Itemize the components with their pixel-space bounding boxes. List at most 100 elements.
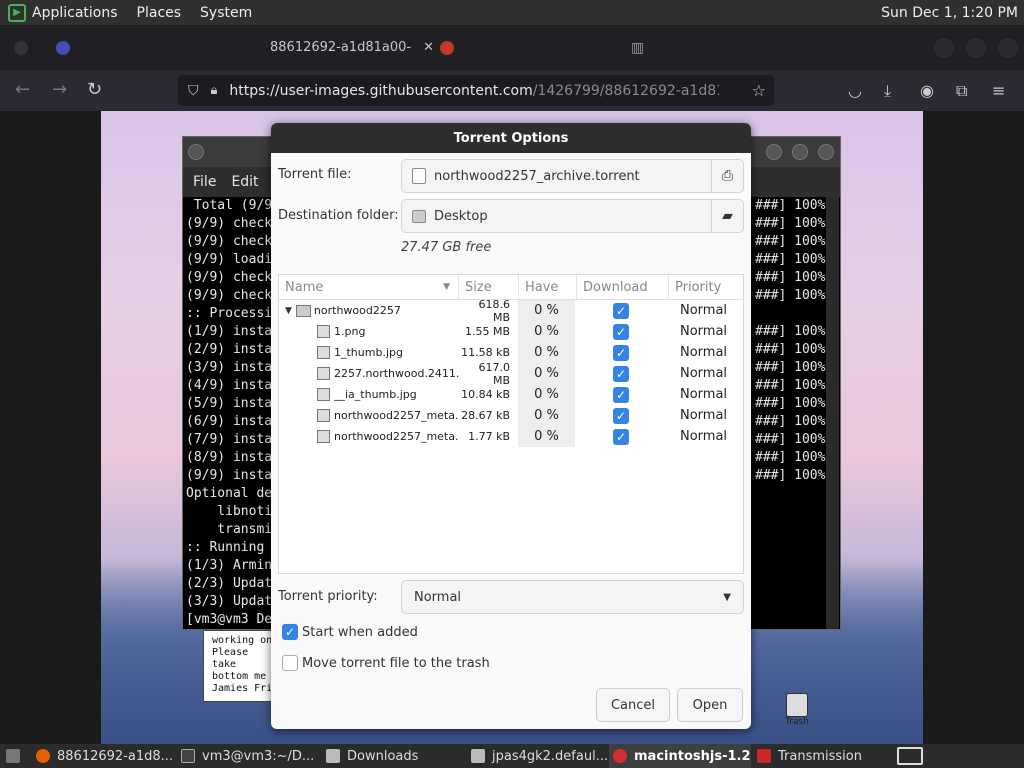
- terminal-progress-line: ###] 100%: [755, 324, 826, 339]
- terminal-close-button[interactable]: [818, 144, 834, 160]
- file-priority[interactable]: Normal: [667, 303, 742, 318]
- file-name-cell: 1_thumb.jpg: [279, 346, 459, 359]
- file-row[interactable]: __ia_thumb.jpg 10.84 kB 0 % ✓ Normal: [279, 384, 743, 405]
- terminal-maximize-button[interactable]: [792, 144, 808, 160]
- tab-archive[interactable]: ▥: [631, 31, 644, 64]
- pocket-icon[interactable]: ◡: [848, 81, 862, 100]
- menu-system[interactable]: System: [200, 5, 252, 21]
- move-to-trash-checkbox[interactable]: [282, 655, 298, 671]
- file-name: northwood2257_meta...: [334, 430, 459, 443]
- start-when-added-label[interactable]: Start when added: [302, 625, 418, 640]
- menu-hamburger-icon[interactable]: ≡: [992, 81, 1005, 100]
- terminal-progress-line: ###] 100%: [755, 450, 826, 465]
- cancel-button[interactable]: Cancel: [596, 688, 670, 722]
- start-when-added-checkbox[interactable]: ✓: [282, 624, 298, 640]
- download-checkbox[interactable]: ✓: [613, 344, 629, 361]
- task-macintoshjs[interactable]: macintoshjs-1.2...: [609, 744, 751, 768]
- shield-icon[interactable]: ⛉: [188, 83, 199, 99]
- minimize-window-button[interactable]: [934, 38, 954, 58]
- terminal-scrollbar[interactable]: [826, 197, 839, 629]
- download-checkbox[interactable]: ✓: [613, 323, 629, 340]
- terminal-icon: [181, 749, 195, 763]
- open-file-icon[interactable]: ⎙: [711, 160, 743, 192]
- file-priority[interactable]: Normal: [667, 387, 742, 402]
- move-to-trash-label[interactable]: Move torrent file to the trash: [302, 656, 490, 671]
- file-size: 28.67 kB: [461, 409, 510, 422]
- terminal-menu-edit[interactable]: Edit: [231, 174, 258, 190]
- url-bar[interactable]: ⛉ 🔒︎ https://user-images.githubuserconte…: [178, 75, 774, 106]
- file-row[interactable]: 1.png 1.55 MB 0 % ✓ Normal: [279, 321, 743, 342]
- task-downloads[interactable]: Downloads: [322, 744, 464, 768]
- column-name[interactable]: Name ▼: [279, 275, 459, 299]
- column-have[interactable]: Have: [519, 275, 577, 299]
- back-arrow-icon[interactable]: ←: [15, 79, 30, 100]
- task-jpas[interactable]: jpas4gk2.defaul...: [467, 744, 609, 768]
- menu-applications[interactable]: Applications: [32, 5, 118, 21]
- download-checkbox[interactable]: ✓: [613, 428, 629, 445]
- trash-desktop-icon[interactable]: Trash: [782, 693, 812, 733]
- terminal-menu-button[interactable]: [188, 144, 204, 160]
- column-priority[interactable]: Priority: [669, 275, 743, 299]
- move-to-trash-row[interactable]: Move torrent file to the trash: [282, 655, 490, 671]
- priority-select[interactable]: Normal ▼: [401, 580, 744, 614]
- file-priority[interactable]: Normal: [667, 408, 742, 423]
- menu-places[interactable]: Places: [137, 5, 182, 21]
- torrent-file-chooser[interactable]: northwood2257_archive.torrent ⎙: [401, 159, 744, 193]
- tab-active[interactable]: 88612692-a1d81a00- ✕: [270, 31, 434, 64]
- column-download[interactable]: Download: [577, 275, 669, 299]
- torrent-file-label: Torrent file:: [278, 167, 352, 182]
- file-icon: [317, 346, 330, 359]
- file-priority[interactable]: Normal: [667, 366, 742, 381]
- torrent-options-dialog: Torrent Options Torrent file: northwood2…: [271, 123, 751, 729]
- file-priority[interactable]: Normal: [667, 429, 742, 444]
- task-terminal[interactable]: vm3@vm3:~/D...: [177, 744, 319, 768]
- close-window-button[interactable]: [998, 38, 1018, 58]
- expander-arrow-icon[interactable]: ▼: [285, 306, 292, 316]
- folder-icon: [295, 304, 311, 317]
- terminal-progress-line: ###] 100%: [755, 270, 826, 285]
- column-size[interactable]: Size: [459, 275, 519, 299]
- destination-chooser[interactable]: Desktop ▰: [401, 199, 744, 233]
- reload-icon[interactable]: ↻: [87, 79, 102, 100]
- bookmark-star-icon[interactable]: ☆: [752, 81, 766, 100]
- tab-reddit[interactable]: [440, 31, 454, 64]
- download-checkbox[interactable]: ✓: [613, 302, 629, 319]
- task-transmission[interactable]: Transmission: [753, 744, 895, 768]
- terminal-progress-line: ###] 100%: [755, 468, 826, 483]
- file-name-cell: 1.png: [279, 325, 459, 338]
- start-when-added-row[interactable]: ✓ Start when added: [282, 624, 418, 640]
- tab-2[interactable]: [56, 31, 70, 64]
- download-icon[interactable]: ⤓: [884, 81, 891, 101]
- file-row[interactable]: northwood2257_meta... 28.67 kB 0 % ✓ Normal: [279, 405, 743, 426]
- workspace-switcher[interactable]: [894, 744, 926, 768]
- file-row[interactable]: northwood2257_meta... 1.77 kB 0 % ✓ Normal: [279, 426, 743, 447]
- terminal-logo-icon[interactable]: ▶: [8, 3, 26, 22]
- download-checkbox[interactable]: ✓: [613, 386, 629, 403]
- terminal-progress-line: [755, 305, 825, 323]
- file-row[interactable]: 2257.northwood.2411... 617.0 MB 0 % ✓ Normal: [279, 361, 743, 387]
- url-text[interactable]: https://user-images.githubusercontent.co…: [229, 83, 719, 99]
- download-checkbox[interactable]: ✓: [613, 407, 629, 424]
- lock-icon[interactable]: 🔒︎: [211, 83, 218, 98]
- file-list[interactable]: Name ▼ Size Have Download Priority ▼ north…: [278, 274, 744, 574]
- terminal-menu-file[interactable]: File: [193, 174, 216, 190]
- close-tab-icon[interactable]: ✕: [423, 40, 434, 55]
- extensions-icon[interactable]: ⧉: [956, 81, 967, 101]
- clock[interactable]: Sun Dec 1, 1:20 PM: [881, 5, 1018, 21]
- file-priority[interactable]: Normal: [667, 324, 742, 339]
- tab-1[interactable]: [14, 31, 28, 64]
- terminal-minimize-button[interactable]: [766, 144, 782, 160]
- terminal-progress-line: ###] 100%: [755, 288, 826, 303]
- forward-arrow-icon[interactable]: →: [52, 79, 67, 100]
- note-window[interactable]: working on Please take bottom me Jamies Fri: [203, 630, 279, 702]
- file-row[interactable]: ▼ northwood2257 618.6 MB 0 % ✓ Normal: [279, 298, 743, 324]
- torrent-file-icon: [412, 168, 426, 184]
- download-checkbox[interactable]: ✓: [613, 365, 629, 382]
- account-icon[interactable]: ◉: [920, 81, 934, 100]
- open-folder-icon[interactable]: ▰: [711, 200, 743, 232]
- file-priority[interactable]: Normal: [667, 345, 742, 360]
- maximize-window-button[interactable]: [966, 38, 986, 58]
- task-firefox[interactable]: 88612692-a1d8...: [32, 744, 174, 768]
- open-button[interactable]: Open: [677, 688, 743, 722]
- show-desktop-button[interactable]: [0, 744, 30, 768]
